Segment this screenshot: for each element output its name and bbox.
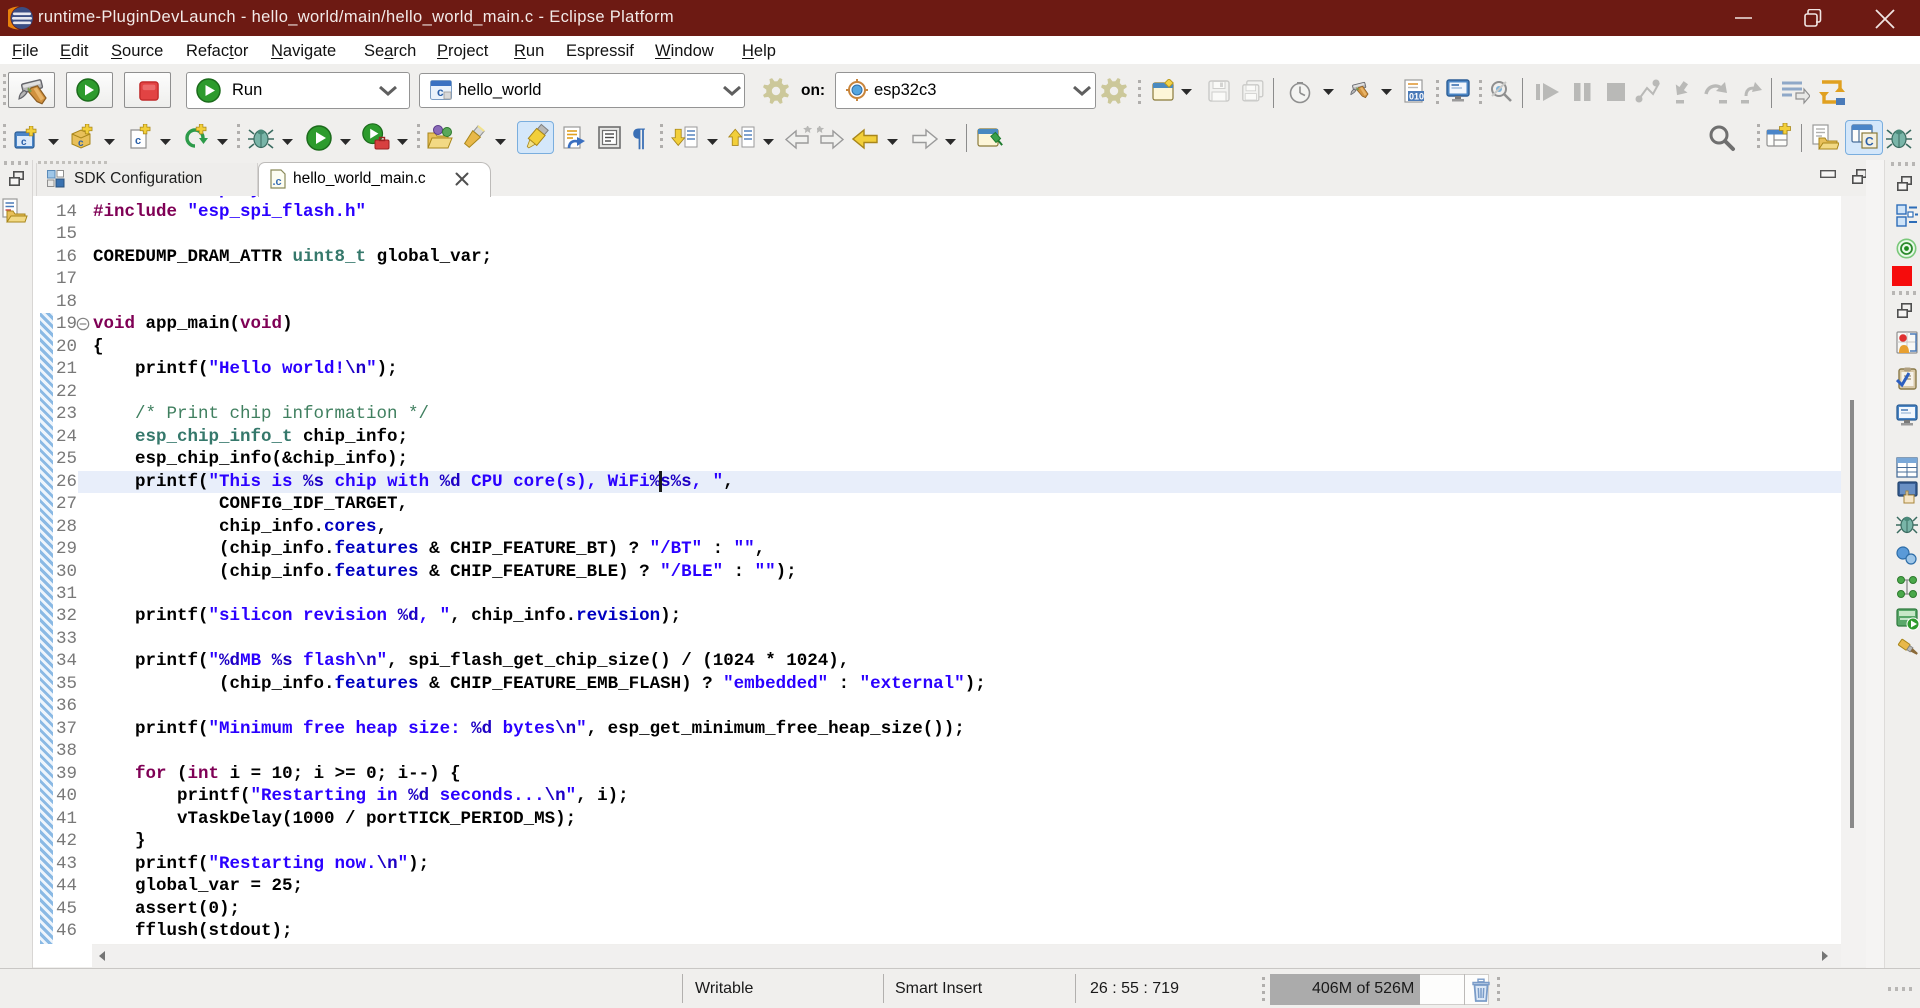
- svg-text:c: c: [78, 138, 84, 149]
- svg-text:c: c: [135, 135, 141, 147]
- svg-text:c: c: [21, 137, 27, 148]
- svg-text:.c: .c: [273, 176, 282, 188]
- svg-text:010: 010: [1409, 92, 1424, 102]
- svg-text:C: C: [1865, 135, 1874, 149]
- svg-text:c: c: [437, 85, 444, 99]
